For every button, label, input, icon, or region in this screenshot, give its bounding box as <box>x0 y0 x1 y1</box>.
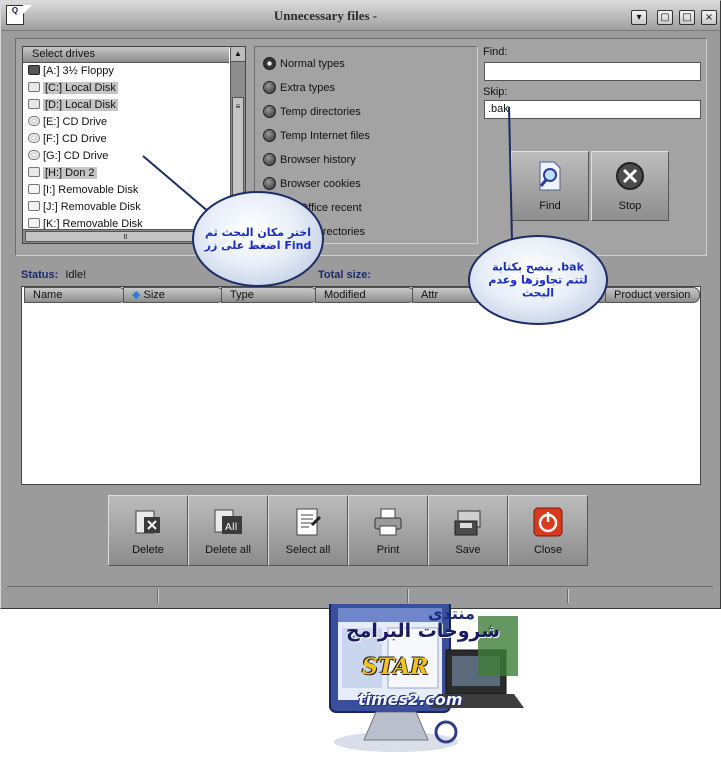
print-button[interactable]: Print <box>348 495 428 566</box>
save-label: Save <box>455 544 481 556</box>
close-button[interactable]: Close <box>508 495 588 566</box>
star-times-logo: منتدى شروحات البرامج STAR times2.com <box>318 592 530 762</box>
delete-all-button[interactable]: All Delete all <box>188 495 268 566</box>
hint-bubble-right: ينصح بكتابة .bak لتتم تجاوزها وعدم البحث <box>468 235 608 325</box>
printer-icon <box>372 507 404 540</box>
status-separator <box>157 589 159 603</box>
save-button[interactable]: Save <box>428 495 508 566</box>
status-separator <box>407 589 409 603</box>
hint-bubble-left: اختر مكان البحث ثم اضغط على زر Find <box>192 191 324 287</box>
select-all-icon <box>292 507 324 540</box>
delete-files-icon <box>132 507 164 540</box>
close-label: Close <box>533 544 563 556</box>
delete-label: Delete <box>132 544 164 556</box>
power-icon <box>533 507 563 540</box>
delete-button[interactable]: Delete <box>108 495 188 566</box>
hint-right-text: ينصح بكتابة .bak لتتم تجاوزها وعدم البحث <box>488 260 588 300</box>
main-window: Q Unnecessary files - ▾ ▢ □ × Select dri… <box>0 0 721 752</box>
watermark-site: times2.com <box>358 690 463 709</box>
watermark-title: شروحات البرامج <box>345 620 501 642</box>
delete-all-label: Delete all <box>205 544 251 556</box>
save-icon <box>452 507 484 540</box>
select-all-label: Select all <box>285 544 331 556</box>
svg-text:All: All <box>225 522 237 533</box>
status-bar <box>7 586 713 604</box>
delete-all-icon: All <box>212 507 244 540</box>
action-toolbar: Delete All Delete all Select all Print S… <box>108 495 588 566</box>
hint-left-text: اختر مكان البحث ثم اضغط على زر Find <box>204 226 312 252</box>
status-separator <box>567 589 569 603</box>
select-all-button[interactable]: Select all <box>268 495 348 566</box>
print-label: Print <box>376 544 400 556</box>
watermark-star: STAR <box>362 654 429 680</box>
